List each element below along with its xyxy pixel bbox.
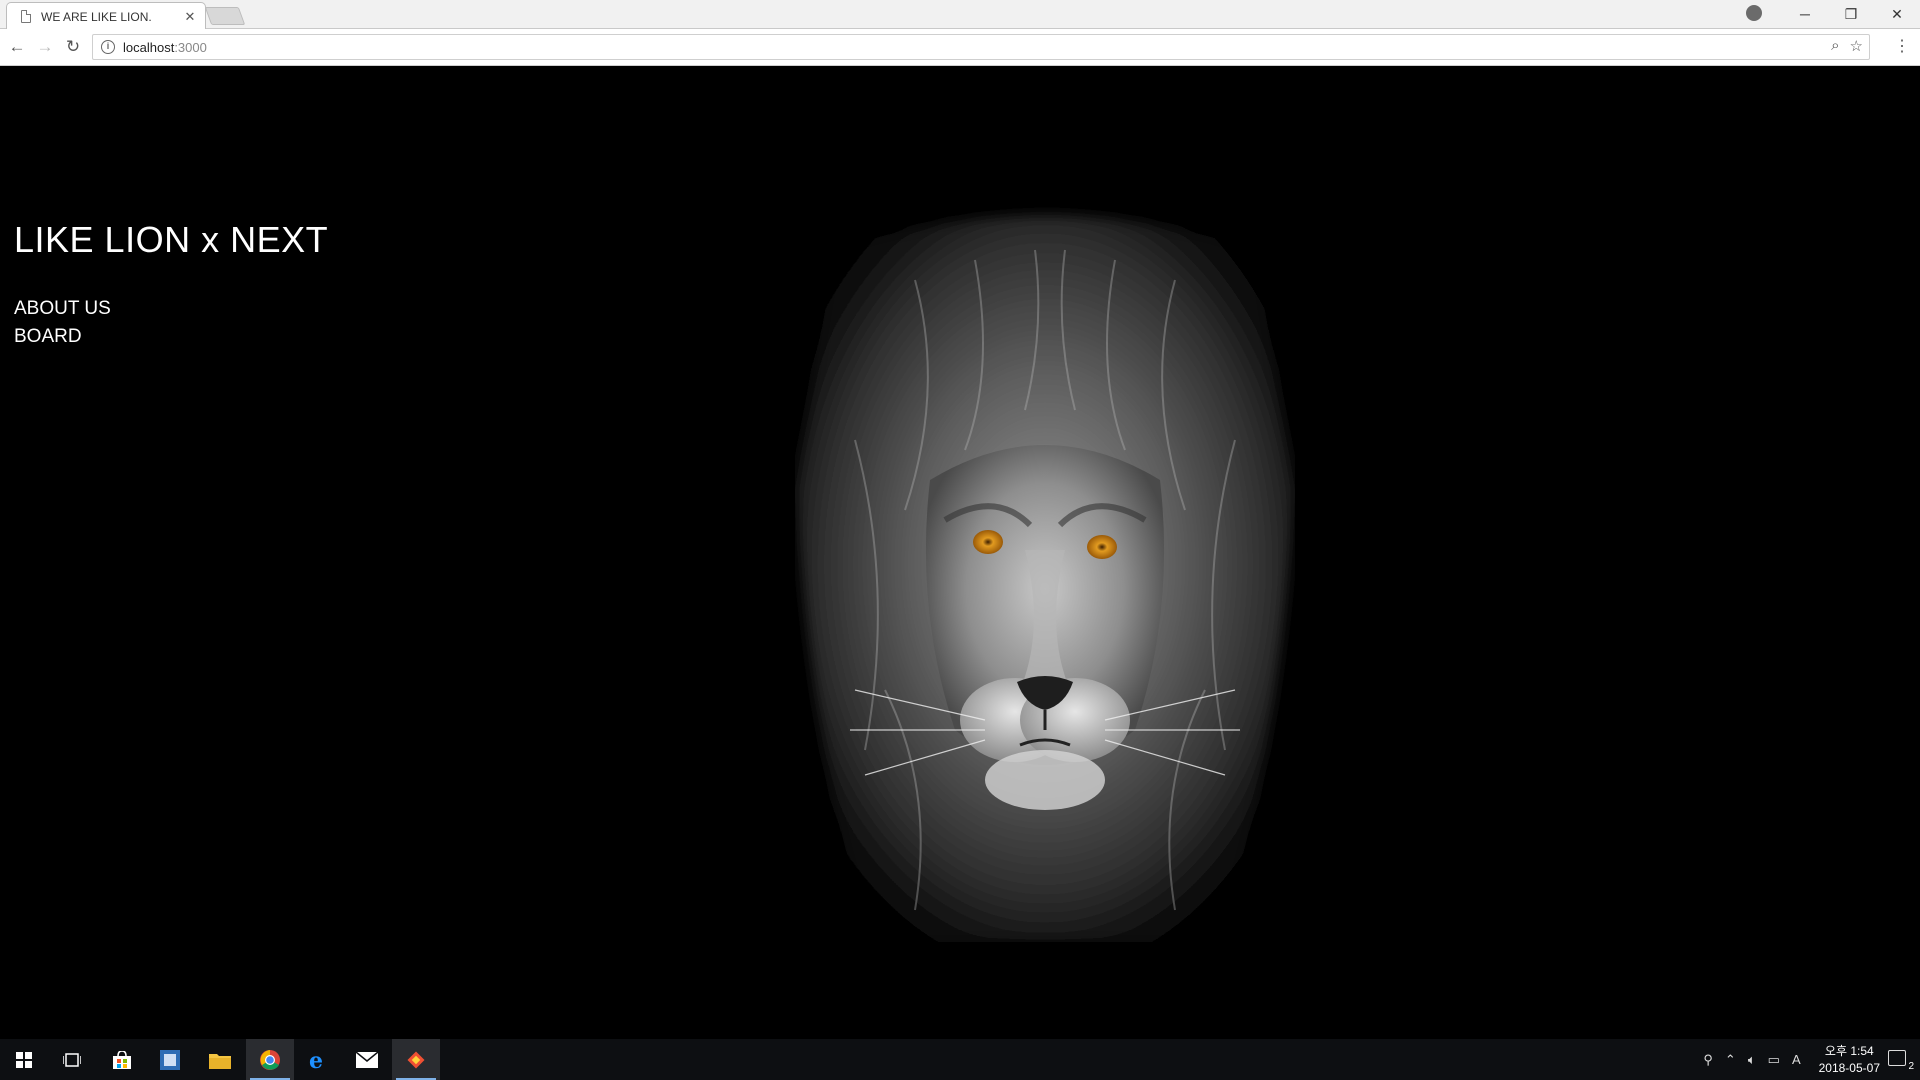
site-nav: ABOUT US BOARD [14,295,111,351]
action-center-icon[interactable] [1888,1050,1906,1066]
document-icon [21,10,31,23]
system-tray: ⚲ ⌃ 🔈︎ ▭ A 오후 1:54 2018-05-07 [1703,1039,1880,1080]
svg-text:e: e [309,1049,323,1071]
zoom-icon[interactable]: ⌕ [1831,37,1839,55]
site-info-icon[interactable]: i [101,40,115,54]
edge-icon[interactable]: e [294,1039,342,1080]
mail-icon[interactable] [343,1039,391,1080]
bookmark-star-icon[interactable]: ☆ [1850,37,1863,55]
lion-portrait-illustration [795,215,1295,942]
lion-right-eye [1087,535,1117,559]
notification-count: 2 [1908,1061,1914,1072]
url-port: :3000 [174,39,207,55]
new-tab-button[interactable] [204,7,246,25]
clock[interactable]: 오후 1:54 2018-05-07 [1819,1043,1880,1077]
browser-tab[interactable]: WE ARE LIKE LION. ✕ [6,2,206,30]
forward-button[interactable]: → [34,36,56,58]
tab-close-icon[interactable]: ✕ [183,9,197,25]
url-host: localhost [123,39,175,55]
lion-left-eye [973,530,1003,554]
battery-icon[interactable]: ▭ [1768,1052,1780,1068]
tab-title: WE ARE LIKE LION. [41,9,152,24]
nav-board-link[interactable]: BOARD [14,323,111,351]
address-bar[interactable]: i localhost:3000 ⌕ ☆ [92,34,1870,60]
file-explorer-icon[interactable] [196,1039,244,1080]
nav-about-us-link[interactable]: ABOUT US [14,295,111,323]
site-title: LIKE LION x NEXT [14,219,329,260]
people-icon[interactable]: ⚲ [1703,1052,1713,1068]
clock-date: 2018-05-07 [1818,1060,1880,1075]
browser-menu-icon[interactable]: ⋮ [1894,37,1910,57]
profile-icon[interactable] [1746,5,1762,21]
close-window-button[interactable]: ✕ [1874,6,1920,23]
restore-button[interactable]: ❐ [1828,6,1874,23]
windows-taskbar: e ⚲ ⌃ 🔈︎ ▭ A 오후 1:54 2018-05-07 2 [0,1039,1920,1080]
page-content: LIKE LION x NEXT ABOUT US BOARD [0,67,1920,1039]
store-icon[interactable] [98,1039,146,1080]
browser-toolbar: ← → ↻ i localhost:3000 ⌕ ☆ ⋮ [0,29,1920,66]
outlook-icon[interactable] [146,1039,194,1080]
clock-time: 오후 1:54 [1824,1043,1874,1058]
ime-indicator[interactable]: A [1792,1052,1801,1067]
window-controls: ─ ❐ ✕ [1782,0,1920,28]
minimize-button[interactable]: ─ [1782,6,1828,22]
show-hidden-icons-icon[interactable]: ⌃ [1725,1052,1736,1068]
browser-titlebar: WE ARE LIKE LION. ✕ ─ ❐ ✕ [0,0,1920,30]
volume-icon[interactable]: 🔈︎ [1748,1052,1756,1068]
windows-start-icon[interactable] [0,1039,48,1080]
back-button[interactable]: ← [6,36,28,58]
chrome-icon[interactable] [246,1039,294,1080]
lion-hero-image [795,190,1295,942]
git-icon[interactable] [392,1039,440,1080]
reload-button[interactable]: ↻ [62,36,84,58]
task-view-icon[interactable] [48,1039,96,1080]
